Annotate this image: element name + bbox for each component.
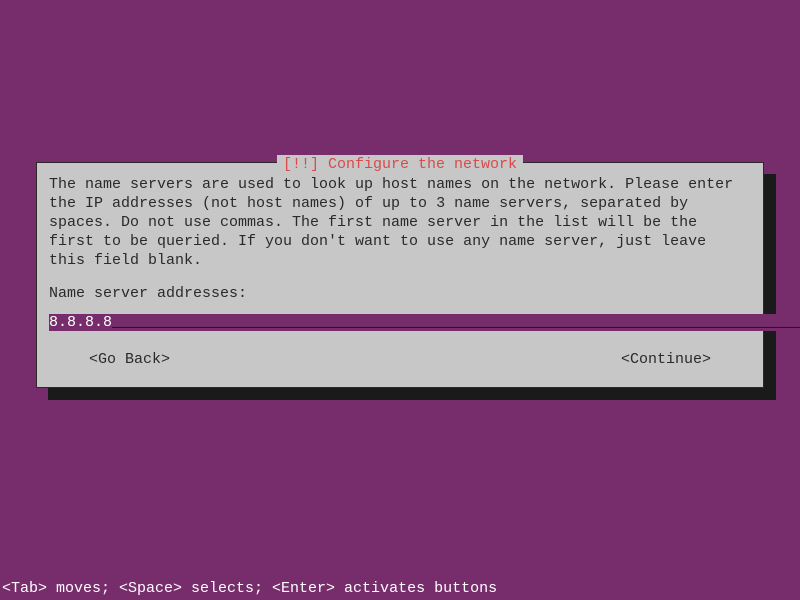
input-value-text: 8.8.8.8: [49, 314, 112, 331]
continue-button[interactable]: <Continue>: [621, 350, 711, 369]
dialog-container: [!!] Configure the network The name serv…: [36, 162, 764, 388]
dialog-box: [!!] Configure the network The name serv…: [36, 162, 764, 388]
input-fill: ________________________________________…: [112, 314, 800, 331]
field-label: Name server addresses:: [49, 284, 751, 303]
dialog-title: [!!] Configure the network: [277, 155, 523, 174]
nameservers-input[interactable]: 8.8.8.8_________________________________…: [49, 313, 751, 332]
dialog-title-text: Configure the network: [328, 156, 517, 173]
footer-hint: <Tab> moves; <Space> selects; <Enter> ac…: [2, 579, 497, 598]
priority-marker: [!!]: [283, 156, 319, 173]
button-row: <Go Back> <Continue>: [49, 350, 751, 369]
go-back-button[interactable]: <Go Back>: [89, 350, 170, 369]
description-text: The name servers are used to look up hos…: [49, 175, 751, 270]
